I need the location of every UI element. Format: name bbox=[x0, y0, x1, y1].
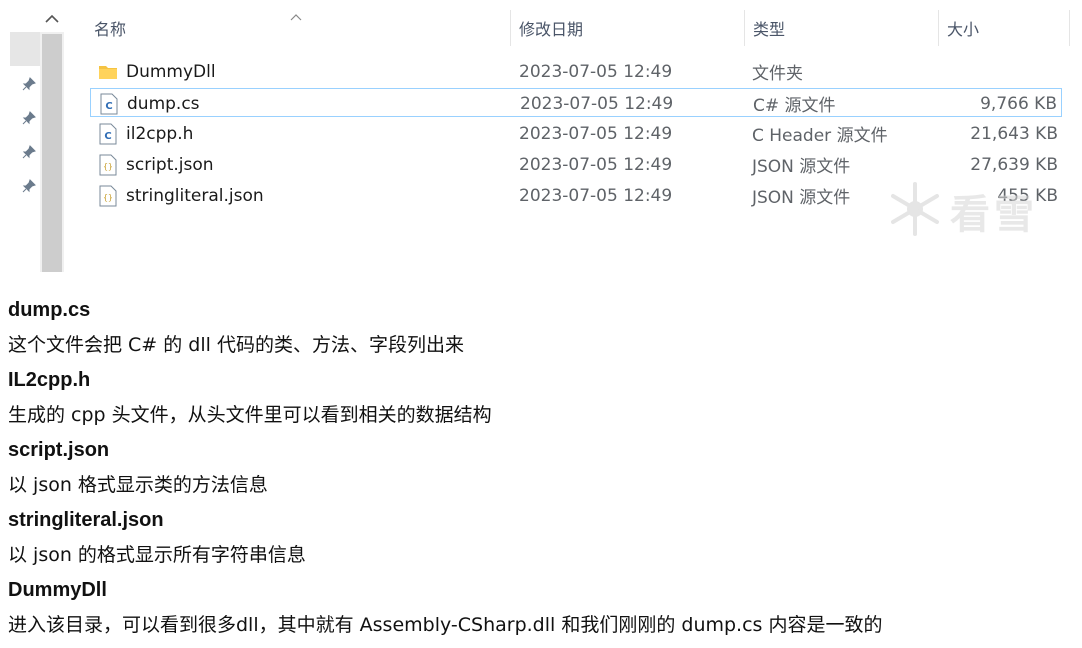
column-header-name[interactable]: 名称 bbox=[86, 10, 510, 46]
column-header-size[interactable]: 大小 bbox=[939, 10, 1069, 46]
file-date: 2023-07-05 12:49 bbox=[519, 61, 673, 82]
quick-access-selected-item[interactable] bbox=[10, 32, 40, 66]
svg-text:C: C bbox=[104, 131, 111, 142]
note-title: dump.cs bbox=[8, 299, 91, 321]
note-body: 这个文件会把 C# 的 dll 代码的类、方法、字段列出来 bbox=[8, 334, 464, 356]
file-explorer: 名称 修改日期 类型 大小 DummyDll 2023-07-05 12:49 … bbox=[0, 0, 1082, 272]
column-header-type[interactable]: 类型 bbox=[745, 10, 938, 46]
json-file-icon: {} bbox=[98, 185, 118, 207]
file-name: dump.cs bbox=[127, 93, 200, 114]
file-type: C# 源文件 bbox=[753, 96, 836, 116]
file-name: il2cpp.h bbox=[126, 123, 194, 144]
chevron-up-icon[interactable] bbox=[38, 6, 66, 32]
svg-text:C: C bbox=[105, 101, 112, 112]
file-name: script.json bbox=[126, 154, 214, 175]
pin-icon[interactable] bbox=[20, 177, 38, 195]
note-body: 以 json 格式显示类的方法信息 bbox=[8, 474, 268, 496]
watermark-text: 看雪 bbox=[950, 192, 1038, 238]
folder-icon bbox=[98, 61, 118, 83]
snowflake-logo-icon bbox=[886, 180, 944, 242]
file-row[interactable]: {} script.json 2023-07-05 12:49 JSON 源文件… bbox=[90, 150, 1062, 179]
file-name: stringliteral.json bbox=[126, 185, 264, 206]
svg-text:{}: {} bbox=[103, 193, 113, 202]
file-date: 2023-07-05 12:49 bbox=[519, 185, 673, 206]
c-header-file-icon: C bbox=[98, 123, 118, 145]
file-type: JSON 源文件 bbox=[752, 157, 851, 177]
pin-icon[interactable] bbox=[20, 143, 38, 161]
column-divider[interactable] bbox=[1069, 10, 1070, 46]
note-title: IL2cpp.h bbox=[8, 369, 91, 391]
file-type: 文件夹 bbox=[752, 64, 803, 84]
note-body: 以 json 的格式显示所有字符串信息 bbox=[8, 544, 306, 566]
notes-section: dump.cs 这个文件会把 C# 的 dll 代码的类、方法、字段列出来 IL… bbox=[8, 293, 1068, 643]
file-date: 2023-07-05 12:49 bbox=[519, 123, 673, 144]
pin-icon[interactable] bbox=[20, 75, 38, 93]
file-row[interactable]: DummyDll 2023-07-05 12:49 文件夹 bbox=[90, 57, 1062, 86]
column-header-date[interactable]: 修改日期 bbox=[511, 10, 744, 46]
json-file-icon: {} bbox=[98, 154, 118, 176]
quick-access-pane bbox=[0, 0, 64, 272]
watermark: 看雪 bbox=[886, 176, 1066, 246]
file-date: 2023-07-05 12:49 bbox=[519, 154, 673, 175]
file-row[interactable]: C il2cpp.h 2023-07-05 12:49 C Header 源文件… bbox=[90, 119, 1062, 148]
csharp-file-icon: C bbox=[99, 93, 119, 115]
file-name: DummyDll bbox=[126, 61, 216, 82]
file-size: 27,639 KB bbox=[970, 154, 1058, 175]
svg-text:{}: {} bbox=[103, 162, 113, 171]
file-size: 21,643 KB bbox=[970, 123, 1058, 144]
note-title: stringliteral.json bbox=[8, 509, 164, 531]
note-body: 生成的 cpp 头文件，从头文件里可以看到相关的数据结构 bbox=[8, 404, 492, 426]
note-title: DummyDll bbox=[8, 579, 107, 601]
file-size: 9,766 KB bbox=[980, 93, 1057, 114]
file-row-selected[interactable]: C dump.cs 2023-07-05 12:49 C# 源文件 9,766 … bbox=[90, 88, 1062, 117]
note-title: script.json bbox=[8, 439, 110, 461]
file-type: C Header 源文件 bbox=[752, 126, 888, 146]
pin-icon[interactable] bbox=[20, 109, 38, 127]
file-date: 2023-07-05 12:49 bbox=[520, 93, 674, 114]
file-type: JSON 源文件 bbox=[752, 188, 851, 208]
scrollbar-thumb[interactable] bbox=[42, 34, 62, 272]
note-body: 进入该目录，可以看到很多dll，其中就有 Assembly-CSharp.dll… bbox=[8, 614, 883, 636]
